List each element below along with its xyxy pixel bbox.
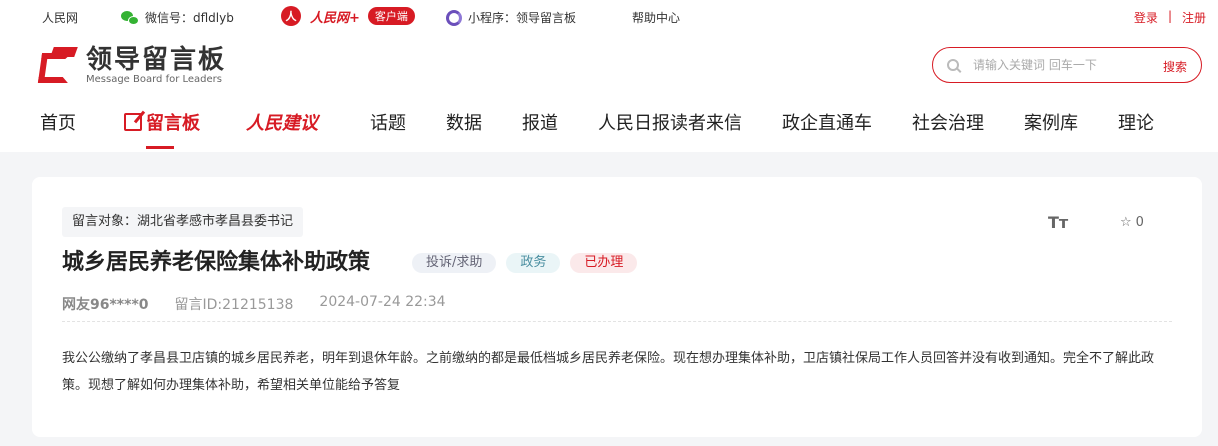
auth-links: 登录 | 注册 (1134, 9, 1206, 26)
search-icon (947, 59, 959, 71)
nav-item-theory[interactable]: 理论 (1118, 110, 1154, 138)
star-icon: ☆ (1120, 215, 1132, 230)
logo-subtitle: Message Board for Leaders (86, 74, 223, 85)
nav-active-underline (146, 146, 174, 149)
message-title: 城乡居民养老保险集体补助政策 (62, 250, 371, 275)
site-header: 人民网 微信号：dfldlyb 人 人民网+ 客户端 小程序：领导留言板 帮助中… (0, 0, 1218, 152)
nav-item-case-library[interactable]: 案例库 (1024, 110, 1078, 138)
register-link[interactable]: 注册 (1182, 9, 1206, 26)
favorite-button[interactable]: ☆ 0 (1120, 215, 1144, 230)
tag-status: 已办理 (570, 253, 638, 273)
message-meta: 网友96****0 留言ID:21215138 2024-07-24 22:34 (62, 294, 446, 314)
renminwang-logo-icon: 人 (281, 6, 301, 26)
message-datetime: 2024-07-24 22:34 (319, 294, 446, 310)
message-target: 留言对象：湖北省孝感市孝昌县委书记 (62, 207, 304, 237)
message-author: 网友96****0 (62, 297, 149, 313)
search-box: 搜索 (932, 47, 1202, 83)
renminwang-link[interactable]: 人民网 (42, 9, 78, 26)
nav-item-topics[interactable]: 话题 (370, 110, 406, 138)
search-input[interactable] (973, 58, 1143, 72)
nav-item-government-enterprise[interactable]: 政企直通车 (782, 110, 872, 138)
message-tags: 投诉/求助 政务 已办理 (412, 253, 638, 273)
edit-icon (124, 113, 142, 131)
help-center-link[interactable]: 帮助中心 (632, 9, 680, 26)
tag-category: 投诉/求助 (412, 253, 497, 273)
logo-mark-icon (37, 47, 78, 85)
renminwang-client-link[interactable]: 人 人民网+ 客户端 (281, 6, 415, 26)
nav-item-message-board[interactable]: 留言板 (124, 110, 200, 138)
message-content: 我公公缴纳了孝昌县卫店镇的城乡居民养老，明年到退休年龄。之前缴纳的都是最低档城乡… (62, 351, 1155, 393)
search-button[interactable]: 搜索 (1163, 58, 1187, 75)
nav-item-people-suggestions[interactable]: 人民建议 (246, 110, 318, 138)
mini-program-icon (446, 9, 462, 26)
nav-item-reports[interactable]: 报道 (522, 110, 558, 138)
logo-title: 领导留言板 (86, 45, 227, 75)
auth-separator: | (1167, 9, 1172, 23)
nav-item-social-governance[interactable]: 社会治理 (912, 110, 984, 138)
login-link[interactable]: 登录 (1134, 9, 1158, 26)
font-size-icon[interactable]: Tт (1048, 213, 1068, 232)
nav-item-home[interactable]: 首页 (40, 110, 76, 138)
mini-program-link[interactable]: 小程序：领导留言板 (446, 9, 576, 26)
top-bar: 人民网 微信号：dfldlyb 人 人民网+ 客户端 小程序：领导留言板 帮助中… (0, 0, 1218, 32)
wechat-account[interactable]: 微信号：dfldlyb (121, 9, 234, 26)
message-card: 留言对象：湖北省孝感市孝昌县委书记 Tт ☆ 0 城乡居民养老保险集体补助政策 … (32, 177, 1202, 437)
favorite-count: 0 (1135, 215, 1144, 230)
divider (62, 321, 1172, 322)
site-logo[interactable]: 领导留言板 Message Board for Leaders (37, 45, 227, 86)
wechat-icon (121, 10, 139, 26)
message-id: 留言ID:21215138 (174, 297, 294, 313)
nav-item-reader-letters[interactable]: 人民日报读者来信 (598, 110, 742, 138)
main-nav: 首页 留言板 人民建议 话题 数据 报道 人民日报读者来信 政企直通车 社会治理… (0, 110, 1218, 150)
nav-item-data[interactable]: 数据 (446, 110, 482, 138)
tag-field: 政务 (506, 253, 561, 273)
